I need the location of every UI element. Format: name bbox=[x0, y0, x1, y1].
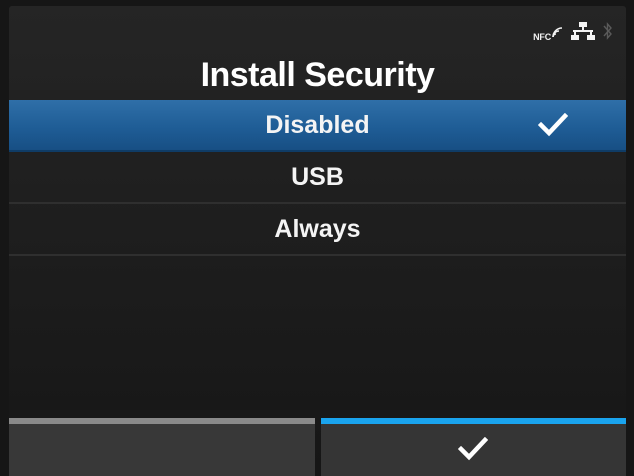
printer-display: NFC Install Security Disabled USB Always bbox=[0, 0, 634, 476]
bluetooth-icon bbox=[603, 22, 612, 40]
option-usb[interactable]: USB bbox=[9, 152, 626, 204]
nfc-label: NFC bbox=[533, 32, 551, 42]
network-icon bbox=[571, 22, 595, 40]
check-icon bbox=[458, 437, 489, 461]
option-label: USB bbox=[291, 163, 344, 191]
page-title: Install Security bbox=[200, 56, 435, 94]
option-list: Disabled USB Always bbox=[9, 100, 626, 256]
nfc-icon: NFC bbox=[533, 20, 563, 42]
option-disabled[interactable]: Disabled bbox=[9, 100, 626, 152]
left-softkey[interactable] bbox=[9, 418, 315, 476]
option-always[interactable]: Always bbox=[9, 204, 626, 256]
option-label: Always bbox=[274, 215, 361, 243]
check-icon bbox=[538, 113, 568, 137]
confirm-softkey[interactable] bbox=[320, 418, 626, 476]
option-label: Disabled bbox=[265, 111, 370, 139]
status-bar: NFC bbox=[533, 18, 612, 44]
softkey-bar bbox=[9, 418, 626, 476]
